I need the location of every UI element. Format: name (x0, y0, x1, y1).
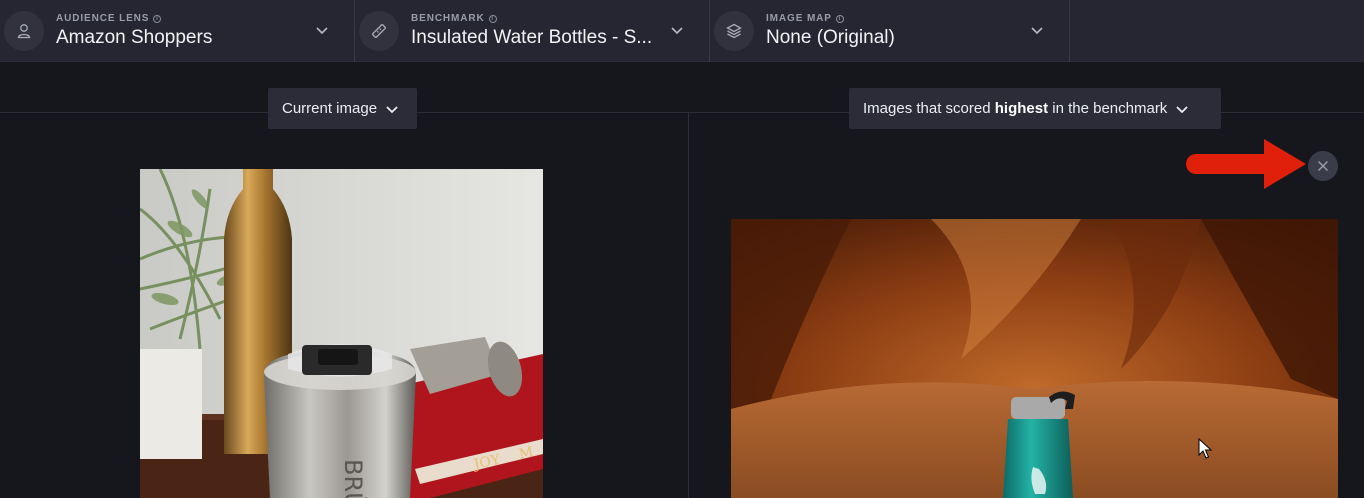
mouse-cursor-icon (1198, 438, 1212, 459)
audience-lens-label: AUDIENCE LENS (56, 13, 150, 24)
chevron-down-icon (671, 27, 683, 35)
info-icon[interactable]: i (835, 14, 844, 23)
dropdown-emphasis: highest (994, 100, 1049, 117)
benchmark-value: Insulated Water Bottles - S... (411, 27, 653, 48)
chevron-down-icon (316, 27, 328, 35)
column-divider (688, 112, 689, 498)
audience-lens-selector[interactable]: AUDIENCE LENS i Amazon Shoppers (0, 0, 355, 62)
annotation-arrow (1186, 139, 1306, 189)
close-icon (1318, 161, 1328, 171)
current-image-dropdown[interactable]: Current image (268, 88, 417, 129)
canyon-bottle-photo (731, 219, 1338, 498)
benchmark-selector[interactable]: BENCHMARK i Insulated Water Bottles - S.… (355, 0, 710, 62)
close-button[interactable] (1308, 151, 1338, 181)
benchmark-top-image (731, 219, 1338, 498)
benchmark-label: BENCHMARK (411, 13, 485, 24)
current-image-dropdown-label: Current image (282, 100, 378, 117)
ruler-icon (359, 11, 399, 51)
chevron-down-icon (1031, 27, 1043, 35)
current-image: JOY M BRÜ (140, 169, 543, 498)
chevron-down-icon (386, 105, 398, 113)
chevron-down-icon (1176, 105, 1188, 113)
top-toolbar: AUDIENCE LENS i Amazon Shoppers BENCHMAR… (0, 0, 1364, 62)
current-product-photo: JOY M BRÜ (140, 169, 543, 498)
image-map-label: IMAGE MAP (766, 13, 832, 24)
dropdown-suffix: in the benchmark (1048, 100, 1168, 117)
dropdown-prefix: Images that scored (863, 100, 995, 117)
image-map-value: None (Original) (766, 27, 895, 48)
benchmark-images-dropdown-label: Images that scored highest in the benchm… (863, 100, 1167, 117)
info-icon[interactable]: i (153, 14, 162, 23)
tumbler-brand-text: BRÜ (339, 459, 368, 498)
audience-lens-value: Amazon Shoppers (56, 27, 213, 48)
person-icon (4, 11, 44, 51)
benchmark-images-dropdown[interactable]: Images that scored highest in the benchm… (849, 88, 1221, 129)
layers-icon (714, 11, 754, 51)
info-icon[interactable]: i (488, 14, 497, 23)
image-map-selector[interactable]: IMAGE MAP i None (Original) (710, 0, 1070, 62)
